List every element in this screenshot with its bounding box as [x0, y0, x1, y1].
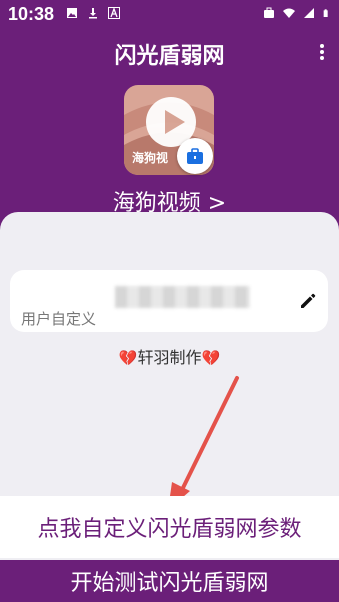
status-right-icons — [263, 7, 331, 19]
a-icon — [108, 7, 120, 19]
app-bar: 闪光盾弱网 — [0, 28, 339, 78]
download-icon — [89, 8, 97, 19]
battery-icon — [323, 9, 328, 17]
briefcase-icon — [264, 7, 274, 18]
input-hint: 用户自定义 — [21, 310, 97, 328]
wifi-icon — [283, 8, 295, 18]
work-profile-badge — [177, 138, 213, 174]
custom-input-card[interactable]: 用户自定义 — [10, 270, 328, 332]
custom-params-button[interactable]: 点我自定义闪光盾弱网参数 — [0, 496, 339, 558]
pencil-icon[interactable] — [298, 291, 318, 311]
status-time: 10:38 — [8, 4, 55, 24]
start-test-button[interactable]: 开始测试闪光盾弱网 — [0, 560, 339, 602]
redacted-text — [115, 286, 250, 308]
author-text: 轩羽制作 — [137, 348, 202, 367]
broken-heart-icon: 💔 — [118, 349, 138, 367]
status-left-icons — [66, 7, 120, 19]
more-vert-icon[interactable] — [319, 42, 325, 62]
image-icon — [67, 8, 77, 18]
broken-heart-icon: 💔 — [201, 349, 221, 367]
page-title: 闪光盾弱网 — [114, 44, 225, 69]
briefcase-icon — [187, 148, 203, 164]
status-bar: 10:38 — [0, 0, 339, 28]
signal-icon — [304, 8, 314, 18]
app-icon-label: 海狗视 — [132, 151, 169, 165]
author-credit: 💔轩羽制作💔 — [0, 344, 339, 368]
